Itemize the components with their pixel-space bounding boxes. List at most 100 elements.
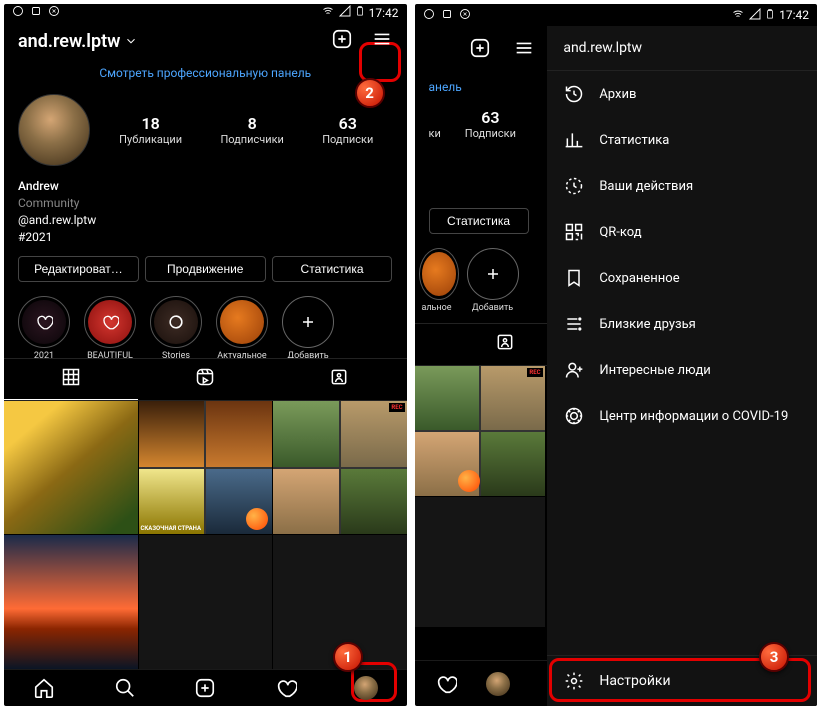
people-suggest-icon [563, 359, 585, 381]
side-menu: and.rew.lptw Архив Статистика Ваши действи… [547, 26, 817, 706]
pro-panel-link[interactable]: Смотреть профессиональную панель [4, 60, 407, 90]
stats-button[interactable]: Статистика [429, 208, 529, 234]
profile-bio: Andrew Community @and.rew.lptw #2021 [4, 174, 407, 255]
highlight-add[interactable]: Добавить [465, 248, 521, 313]
tagged-tab[interactable] [465, 324, 545, 365]
hamburger-menu-icon[interactable] [513, 37, 535, 63]
profile-tabs [4, 358, 407, 401]
post-thumbnail[interactable] [139, 535, 273, 669]
post-thumbnail[interactable] [4, 535, 138, 669]
gear-icon [563, 670, 585, 692]
add-post-icon[interactable] [469, 37, 491, 63]
status-time: 17:42 [369, 6, 399, 20]
menu-item-label: Сохраненное [599, 271, 679, 286]
menu-item-label: Статистика [599, 133, 669, 148]
posts-grid: СКАЗОЧНАЯ СТРАНА REC [4, 401, 407, 669]
nav-home[interactable] [31, 675, 57, 701]
stat-following[interactable]: 63 Подписки [465, 108, 516, 140]
profile-avatar[interactable] [18, 94, 90, 166]
stat-followers-partial[interactable]: ки [429, 108, 441, 140]
menu-item-label: QR-код [599, 225, 641, 240]
promote-button[interactable]: Продвижение [145, 256, 266, 282]
qr-icon [563, 221, 585, 243]
signal-icon [749, 8, 761, 23]
profile-screen: 17:42 and.rew.lptw 2 Смотреть профессион… [4, 4, 407, 706]
covid-info-icon [563, 405, 585, 427]
add-post-icon[interactable] [331, 28, 353, 54]
wifi-icon [321, 5, 335, 20]
shazam-icon [459, 8, 471, 23]
highlight-item[interactable]: Stories [148, 296, 204, 348]
post-thumbnail[interactable]: СКАЗОЧНАЯ СТРАНА [139, 401, 273, 535]
step-badge-1: 1 [343, 648, 352, 666]
menu-item-activity[interactable]: Ваши действия [547, 163, 817, 209]
signal-icon [339, 5, 351, 20]
close-friends-icon [563, 313, 585, 335]
step-badge-3: 3 [770, 648, 779, 666]
battery-icon [765, 7, 775, 24]
step-badge-2: 2 [365, 84, 374, 102]
history-icon [563, 83, 585, 105]
activity-icon [563, 175, 585, 197]
menu-item-bar-chart[interactable]: Статистика [547, 117, 817, 163]
post-thumbnail[interactable] [4, 401, 138, 535]
highlight-item[interactable]: альное [419, 248, 455, 313]
reels-tab-partial[interactable] [415, 324, 465, 365]
tagged-tab[interactable] [272, 359, 406, 400]
reels-tab[interactable] [138, 359, 272, 400]
menu-item-covid-info[interactable]: Центр информации о COVID-19 [547, 393, 817, 439]
menu-screen: 17:42 анель ки 63 Подписки Статистика [415, 4, 818, 706]
nav-activity[interactable] [273, 675, 299, 701]
status-bar: 17:42 [4, 4, 407, 22]
status-bar: 17:42 [415, 4, 818, 26]
bottom-nav [4, 669, 407, 706]
grid-tab[interactable] [4, 359, 138, 400]
highlights-row: 2021 BEAUTIFUL Stories Актуальное Добави… [4, 292, 407, 358]
opera-icon [423, 8, 435, 23]
nav-search[interactable] [112, 675, 138, 701]
highlight-add[interactable]: Добавить [280, 296, 336, 348]
square-icon [441, 8, 453, 23]
menu-item-label: Интересные люди [599, 363, 710, 378]
nav-activity[interactable] [433, 671, 459, 697]
edit-profile-button[interactable]: Редактироват… [18, 256, 139, 282]
highlight-item[interactable]: BEAUTIFUL [82, 296, 138, 348]
wifi-icon [731, 8, 745, 23]
hamburger-menu-icon[interactable] [371, 28, 393, 54]
menu-item-qr[interactable]: QR-код [547, 209, 817, 255]
highlight-item[interactable]: 2021 [16, 296, 72, 348]
top-bar: and.rew.lptw [4, 22, 407, 61]
shazam-icon [48, 5, 60, 20]
stat-followers[interactable]: 8 Подписчики [220, 114, 283, 146]
nav-profile[interactable] [485, 671, 511, 697]
menu-item-label: Ваши действия [599, 179, 693, 194]
menu-item-label: Архив [599, 87, 636, 102]
highlight-item[interactable]: Актуальное [214, 296, 270, 348]
menu-settings-label: Настройки [599, 673, 670, 689]
post-thumbnail[interactable] [415, 497, 545, 627]
stat-posts[interactable]: 18 Публикации [119, 114, 182, 146]
nav-profile[interactable] [353, 675, 379, 701]
fire-icon [458, 470, 480, 492]
post-thumbnail[interactable]: REC [273, 401, 407, 535]
stat-following[interactable]: 63 Подписки [322, 114, 373, 146]
menu-item-people-suggest[interactable]: Интересные люди [547, 347, 817, 393]
post-thumbnail[interactable]: REC [415, 366, 545, 496]
nav-add[interactable] [192, 675, 218, 701]
menu-item-label: Центр информации о COVID-19 [599, 409, 788, 424]
bookmark-icon [563, 267, 585, 289]
menu-item-label: Близкие друзья [599, 317, 695, 332]
profile-actions: Редактироват… Продвижение Статистика [4, 256, 407, 292]
chevron-down-icon [124, 34, 138, 48]
status-time: 17:42 [779, 8, 809, 22]
menu-item-close-friends[interactable]: Близкие друзья [547, 301, 817, 347]
username-dropdown[interactable]: and.rew.lptw [18, 31, 138, 52]
menu-item-bookmark[interactable]: Сохраненное [547, 255, 817, 301]
opera-icon [12, 5, 24, 20]
menu-item-history[interactable]: Архив [547, 71, 817, 117]
bar-chart-icon [563, 129, 585, 151]
stats-button[interactable]: Статистика [272, 256, 393, 282]
plus-icon [483, 264, 503, 284]
menu-header: and.rew.lptw [547, 26, 817, 71]
profile-stats-row: 18 Публикации 8 Подписчики 63 Подписки [4, 90, 407, 174]
